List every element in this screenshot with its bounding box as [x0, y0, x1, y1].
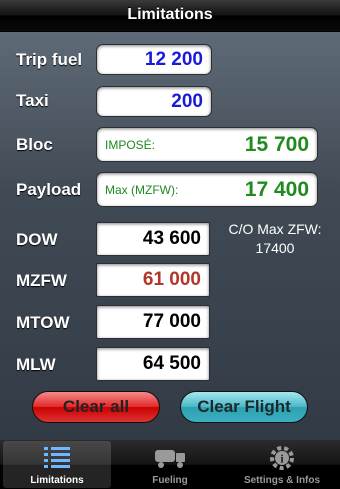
trip-fuel-value: 12 200 [144, 48, 203, 70]
payload-label: Payload [16, 180, 82, 199]
tab-settings-infos[interactable]: i Settings & Infos [228, 441, 336, 488]
dow-value: 43 600 [142, 228, 201, 249]
co-max-zfw-note: C/O Max ZFW: 17400 [214, 220, 336, 258]
bloc-prefix: IMPOSÉ: [105, 137, 156, 152]
mzfw-label: MZFW [16, 271, 67, 290]
bloc-value: 15 700 [244, 132, 309, 156]
payload-prefix: Max (MZFW): [105, 182, 179, 197]
taxi-label: Taxi [16, 91, 49, 110]
payload-field[interactable]: Max (MZFW): 17 400 [96, 172, 318, 207]
bloc-label: Bloc [16, 135, 53, 154]
fuel-truck-icon [155, 450, 185, 468]
tab-fueling[interactable]: Fueling [116, 441, 224, 488]
clear-flight-button[interactable]: Clear Flight [180, 391, 308, 423]
co-max-zfw-value: 17400 [255, 240, 295, 256]
tab-limitations[interactable]: Limitations [3, 441, 111, 488]
tab-limitations-label: Limitations [30, 475, 84, 486]
tab-settings-infos-label: Settings & Infos [243, 475, 321, 486]
mtow-label: MTOW [16, 313, 70, 332]
navigation-bar: Limitations [0, 0, 340, 32]
taxi-field[interactable]: 200 [96, 86, 212, 117]
mzfw-field[interactable]: 61 000 [96, 263, 210, 297]
mzfw-value: 61 000 [142, 269, 201, 290]
dow-field[interactable]: 43 600 [96, 222, 210, 256]
dow-label: DOW [16, 230, 58, 249]
mlw-label: MLW [16, 355, 56, 374]
tab-bar: Limitations Fueling i Settings & Infos [0, 440, 340, 489]
taxi-value: 200 [171, 90, 203, 112]
trip-fuel-field[interactable]: 12 200 [96, 44, 212, 75]
tab-fueling-label: Fueling [152, 475, 188, 486]
payload-value: 17 400 [244, 177, 309, 201]
trip-fuel-label: Trip fuel [16, 50, 83, 69]
co-max-zfw-label: C/O Max ZFW: [228, 221, 322, 237]
mlw-field[interactable]: 64 500 [96, 347, 210, 381]
list-icon [44, 447, 70, 468]
page-title: Limitations [127, 6, 213, 23]
mtow-field[interactable]: 77 000 [96, 305, 210, 339]
mtow-value: 77 000 [142, 311, 201, 332]
clear-all-button[interactable]: Clear all [32, 391, 160, 423]
bloc-field[interactable]: IMPOSÉ: 15 700 [96, 127, 318, 162]
gear-info-icon: i [270, 446, 294, 470]
mlw-value: 64 500 [142, 353, 201, 374]
